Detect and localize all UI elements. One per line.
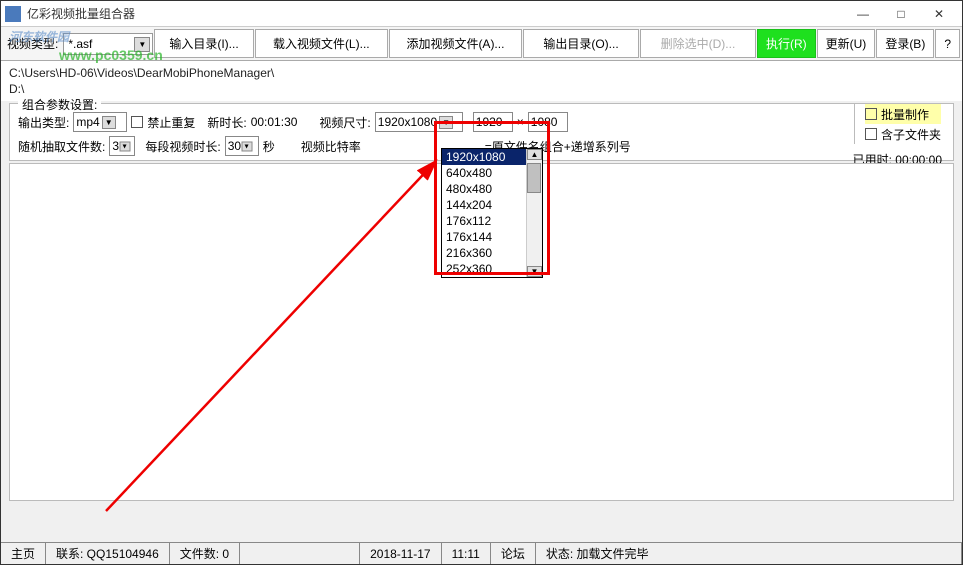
load-files-button[interactable]: 载入视频文件(L)... (255, 29, 388, 58)
title-bar: 亿彩视频批量组合器 — □ ✕ (1, 1, 962, 27)
batch-make-checkbox[interactable] (865, 108, 877, 120)
rand-count-label: 随机抽取文件数: (18, 138, 105, 155)
seg-len-unit: 秒 (263, 138, 275, 155)
toolbar: 视频类型: *.asf 输入目录(I)... 载入视频文件(L)... 添加视频… (1, 27, 962, 61)
update-button[interactable]: 更新(U) (817, 29, 876, 58)
size-width-input[interactable]: 1920 (473, 112, 513, 132)
video-type-label: 视频类型: (3, 29, 62, 58)
rand-count-input[interactable]: 3 (109, 136, 135, 156)
status-home[interactable]: 主页 (1, 543, 46, 564)
size-x: × (517, 115, 524, 129)
minimize-button[interactable]: — (844, 1, 882, 27)
new-len-label: 新时长: (207, 114, 246, 131)
bitrate-label: 视频比特率 (301, 138, 361, 155)
import-dir-button[interactable]: 输入目录(I)... (154, 29, 253, 58)
path-1: C:\Users\HD-06\Videos\DearMobiPhoneManag… (9, 65, 954, 81)
right-options: 批量制作 含子文件夹 (854, 104, 941, 144)
seg-len-label: 每段视频时长: (145, 138, 220, 155)
status-bar: 主页 联系: QQ15104946 文件数: 0 2018-11-17 11:1… (1, 542, 962, 564)
video-size-select[interactable]: 1920x1080 (375, 112, 463, 132)
no-repeat-checkbox[interactable] (131, 116, 143, 128)
run-button[interactable]: 执行(R) (757, 29, 816, 58)
video-size-dropdown[interactable]: 1920x1080 640x480 480x480 144x204 176x11… (441, 148, 543, 278)
status-forum[interactable]: 论坛 (491, 543, 536, 564)
video-type-combo[interactable]: *.asf (63, 33, 153, 55)
size-height-input[interactable]: 1080 (528, 112, 568, 132)
status-date: 2018-11-17 (360, 543, 442, 564)
login-button[interactable]: 登录(B) (876, 29, 934, 58)
out-type-label: 输出类型: (18, 114, 69, 131)
batch-make-label: 批量制作 (881, 106, 929, 123)
close-button[interactable]: ✕ (920, 1, 958, 27)
out-type-select[interactable]: mp4 (73, 112, 127, 132)
window-title: 亿彩视频批量组合器 (27, 5, 844, 22)
path-2: D:\ (9, 81, 954, 97)
video-size-label: 视频尺寸: (319, 114, 370, 131)
dropdown-scrollbar[interactable] (526, 149, 542, 277)
new-len-value: 00:01:30 (251, 115, 298, 129)
status-time: 11:11 (442, 543, 491, 564)
status-state: 状态: 加载文件完毕 (536, 543, 962, 564)
status-contact: 联系: QQ15104946 (46, 543, 170, 564)
path-display: C:\Users\HD-06\Videos\DearMobiPhoneManag… (1, 61, 962, 101)
add-files-button[interactable]: 添加视频文件(A)... (389, 29, 522, 58)
maximize-button[interactable]: □ (882, 1, 920, 27)
status-files: 文件数: 0 (170, 543, 240, 564)
group-title: 组合参数设置: (18, 96, 101, 113)
include-sub-label: 含子文件夹 (881, 126, 941, 143)
include-sub-checkbox[interactable] (865, 128, 877, 140)
no-repeat-label: 禁止重复 (147, 114, 195, 131)
delete-sel-button[interactable]: 删除选中(D)... (640, 29, 756, 58)
app-icon (5, 6, 21, 22)
seg-len-input[interactable]: 30 (225, 136, 259, 156)
help-button[interactable]: ? (935, 29, 960, 58)
output-dir-button[interactable]: 输出目录(O)... (523, 29, 639, 58)
